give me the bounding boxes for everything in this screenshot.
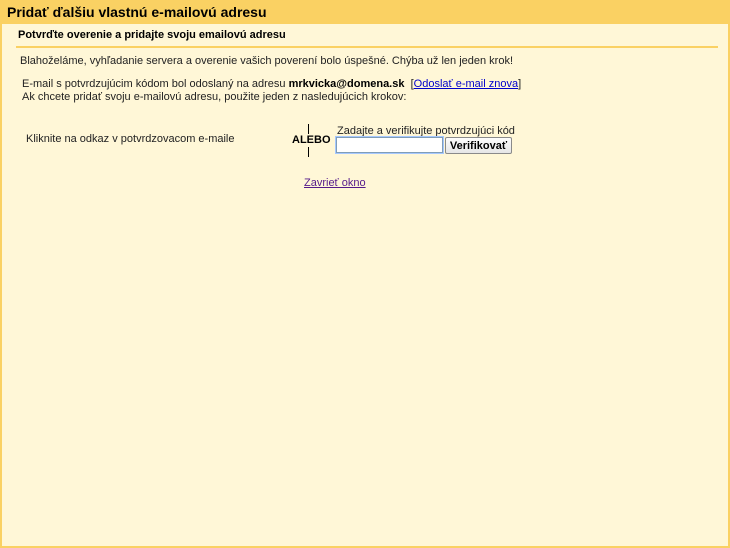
dialog-title: Pridať ďalšiu vlastnú e-mailovú adresu	[7, 4, 267, 20]
section-header: Potvrďte overenie a pridajte svoju email…	[18, 29, 286, 41]
click-link-option-label: Kliknite na odkaz v potvrdzovacom e-mail…	[26, 133, 235, 145]
verification-code-input[interactable]	[335, 136, 444, 154]
dialog-window: Pridať ďalšiu vlastnú e-mailovú adresu P…	[0, 0, 730, 548]
or-label: ALEBO	[292, 134, 331, 146]
resend-bracket-close: ]	[518, 78, 522, 90]
verify-button[interactable]: Verifikovať	[445, 137, 512, 154]
sent-message-prefix: E-mail s potvrdzujúcim kódom bol odoslan…	[22, 78, 289, 90]
title-bar: Pridať ďalšiu vlastnú e-mailovú adresu	[2, 2, 728, 24]
sent-message: E-mail s potvrdzujúcim kódom bol odoslan…	[22, 78, 521, 90]
close-window-link[interactable]: Zavrieť okno	[304, 177, 366, 189]
code-field-label: Zadajte a verifikujte potvrdzujúci kód	[337, 125, 515, 137]
or-divider-bottom	[308, 147, 309, 157]
success-message: Blahoželáme, vyhľadanie servera a overen…	[20, 55, 514, 67]
section-divider	[16, 46, 718, 48]
or-divider-top	[308, 124, 309, 134]
instruction-text: Ak chcete pridať svoju e-mailovú adresu,…	[22, 91, 407, 103]
email-address: mrkvicka@domena.sk	[288, 78, 405, 90]
resend-email-link[interactable]: Odoslať e-mail znova	[414, 78, 518, 90]
